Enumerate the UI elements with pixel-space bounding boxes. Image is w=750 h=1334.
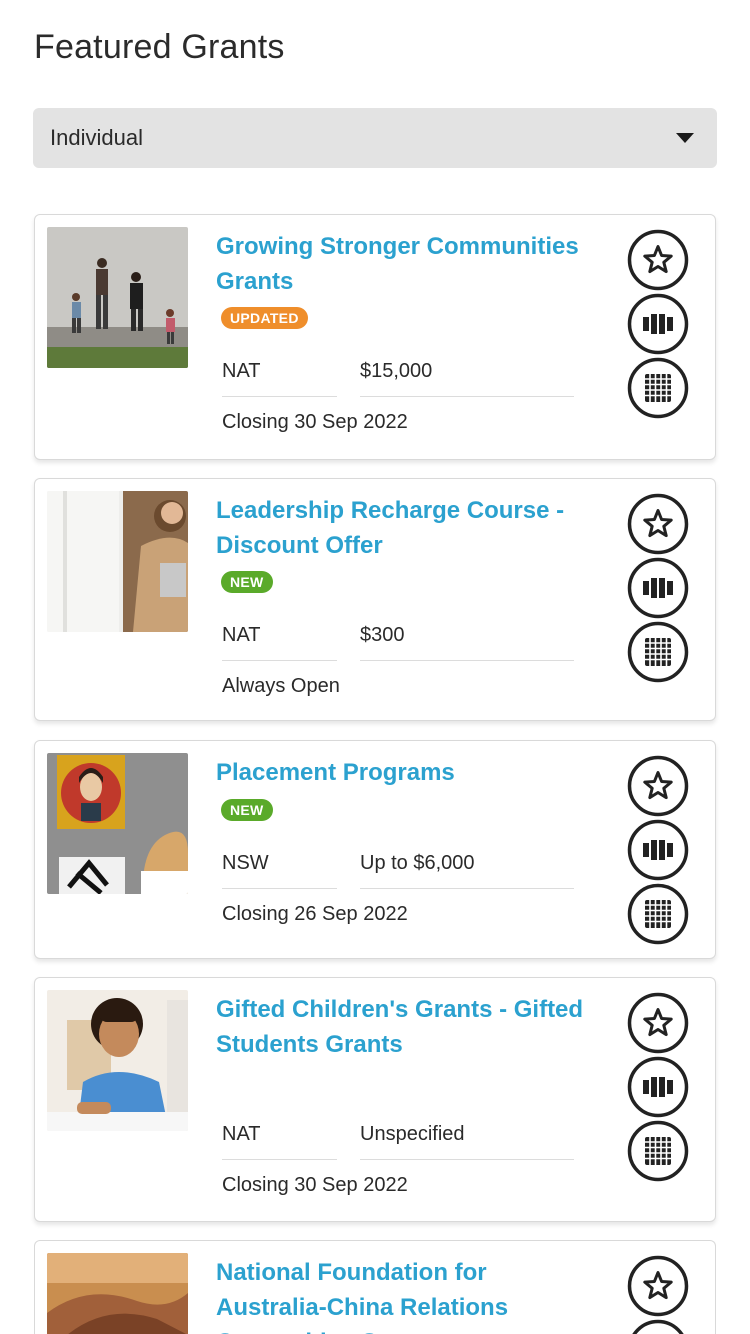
compare-icon <box>627 557 689 619</box>
calendar-button[interactable] <box>627 357 689 419</box>
grant-card[interactable]: National Foundation for Australia-China … <box>34 1240 716 1334</box>
favorite-button[interactable] <box>627 493 689 555</box>
compare-button[interactable] <box>627 293 689 355</box>
favorite-button[interactable] <box>627 229 689 291</box>
grant-closing: Closing 30 Sep 2022 <box>222 1174 408 1196</box>
calendar-button[interactable] <box>627 1120 689 1182</box>
page-title: Featured Grants <box>34 28 285 66</box>
compare-icon <box>627 1056 689 1118</box>
calendar-button[interactable] <box>627 883 689 945</box>
grant-closing: Always Open <box>222 675 340 697</box>
grant-title[interactable]: Growing Stronger Communities Grants <box>216 229 596 299</box>
grant-thumbnail <box>47 1253 188 1334</box>
status-badge: NEW <box>221 571 273 593</box>
grant-closing: Closing 30 Sep 2022 <box>222 411 408 433</box>
compare-icon <box>627 293 689 355</box>
grant-location: NAT <box>222 619 337 661</box>
grant-title[interactable]: Placement Programs <box>216 755 596 790</box>
compare-icon <box>632 1319 684 1334</box>
grant-card[interactable]: Gifted Children's Grants - Gifted Studen… <box>34 977 716 1222</box>
grant-type-select[interactable]: Individual <box>33 108 717 168</box>
grant-thumbnail <box>47 491 188 632</box>
compare-icon <box>627 819 689 881</box>
calendar-grid-icon <box>627 621 689 683</box>
status-badge: NEW <box>221 799 273 821</box>
calendar-grid-icon <box>627 1120 689 1182</box>
grant-card[interactable]: Growing Stronger Communities Grants UPDA… <box>34 214 716 460</box>
grant-thumbnail <box>47 227 188 368</box>
grant-amount: $15,000 <box>360 355 574 397</box>
compare-button[interactable] <box>627 819 689 881</box>
calendar-grid-icon <box>627 357 689 419</box>
grant-location: NAT <box>222 355 337 397</box>
grant-card[interactable]: Leadership Recharge Course - Discount Of… <box>34 478 716 721</box>
grant-title[interactable]: National Foundation for Australia-China … <box>216 1255 596 1334</box>
calendar-grid-icon <box>627 883 689 945</box>
grant-closing: Closing 26 Sep 2022 <box>222 903 408 925</box>
favorite-button[interactable] <box>627 992 689 1054</box>
status-badge: UPDATED <box>221 307 308 329</box>
grant-card[interactable]: Placement Programs NEW NSW Up to $6,000 … <box>34 740 716 959</box>
calendar-button[interactable] <box>627 621 689 683</box>
favorite-button[interactable] <box>627 755 689 817</box>
grant-type-select-value: Individual <box>50 125 143 150</box>
compare-button[interactable] <box>627 1056 689 1118</box>
grant-location: NSW <box>222 847 337 889</box>
grant-amount: $300 <box>360 619 574 661</box>
grant-title[interactable]: Gifted Children's Grants - Gifted Studen… <box>216 992 596 1062</box>
favorite-button[interactable] <box>627 1255 689 1317</box>
compare-button[interactable] <box>627 1319 689 1334</box>
star-icon <box>627 1255 689 1317</box>
compare-button[interactable] <box>627 557 689 619</box>
grant-amount: Unspecified <box>360 1118 574 1160</box>
star-icon <box>627 493 689 555</box>
grant-thumbnail <box>47 990 188 1131</box>
grant-title[interactable]: Leadership Recharge Course - Discount Of… <box>216 493 596 563</box>
grant-amount: Up to $6,000 <box>360 847 574 889</box>
star-icon <box>627 992 689 1054</box>
grant-location: NAT <box>222 1118 337 1160</box>
star-icon <box>627 229 689 291</box>
caret-down-icon <box>676 133 694 143</box>
star-icon <box>627 755 689 817</box>
grant-thumbnail <box>47 753 188 894</box>
